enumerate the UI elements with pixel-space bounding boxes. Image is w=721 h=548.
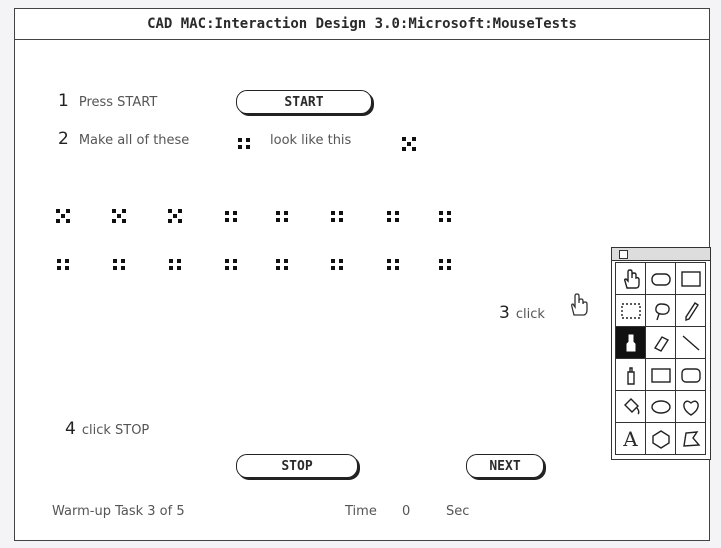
instruction-step-2: 2 Make all of these (58, 129, 189, 149)
tool-oval[interactable] (646, 391, 676, 423)
five-dots-dice-icon[interactable] (167, 208, 183, 224)
instruction-step-4: 4 click STOP (65, 419, 149, 439)
step-4-text: click STOP (81, 423, 150, 438)
four-dots-dice-icon[interactable] (274, 256, 290, 272)
rectangle-icon (650, 367, 671, 383)
step-2-text-b: look like this (270, 133, 352, 148)
task-progress-label: Warm-up Task 3 of 5 (52, 504, 185, 519)
rounded-rect-select-icon (650, 272, 671, 286)
tool-paint-bucket[interactable] (616, 391, 646, 423)
step-4-number: 4 (65, 419, 76, 439)
marquee-icon (620, 302, 641, 319)
four-dots-dice-icon[interactable] (223, 256, 239, 272)
next-button[interactable]: NEXT (466, 454, 544, 478)
tool-paint-brush[interactable] (616, 327, 646, 359)
four-dots-dice-icon[interactable] (223, 208, 239, 224)
four-dots-dice-icon[interactable] (385, 208, 401, 224)
eraser-icon (653, 335, 669, 352)
window-title: CAD MAC:Interaction Design 3.0:Microsoft… (147, 16, 577, 32)
tool-irregular-polygon[interactable] (676, 423, 706, 455)
instruction-step-3: 3 click (499, 303, 545, 323)
tool-eraser[interactable] (646, 327, 676, 359)
step-1-text: Press START (78, 95, 158, 110)
polygon-icon (651, 429, 670, 449)
hand-tool-icon (623, 268, 640, 289)
tool-polygon[interactable] (646, 423, 676, 455)
tool-rounded-rectangle[interactable] (676, 359, 706, 391)
time-label: Time (345, 504, 377, 519)
five-dots-dice-icon[interactable] (111, 208, 127, 224)
lasso-icon (654, 302, 670, 320)
four-dots-dice-icon[interactable] (437, 208, 453, 224)
paint-brush-icon (626, 334, 635, 351)
paint-bucket-icon (623, 397, 639, 414)
oval-icon (650, 399, 671, 414)
tool-lasso[interactable] (646, 295, 676, 327)
stop-button[interactable]: STOP (236, 454, 358, 478)
tool-freeform-shape[interactable] (676, 391, 706, 423)
palette-title-bar[interactable] (612, 248, 710, 261)
four-dots-dice-icon[interactable] (385, 256, 401, 272)
palette-tool-grid: A (615, 262, 706, 455)
tool-spray-can[interactable] (616, 359, 646, 391)
tool-rounded-rect-select[interactable] (646, 263, 676, 295)
step-2-text-a: Make all of these (78, 133, 190, 148)
time-value: 0 (402, 504, 411, 519)
time-unit: Sec (446, 504, 470, 519)
palette-close-icon[interactable] (619, 250, 628, 259)
step-3-text: click (515, 307, 545, 322)
test-window: CAD MAC:Interaction Design 3.0:Microsoft… (14, 8, 711, 541)
tool-pencil[interactable] (676, 295, 706, 327)
example-four-dots-icon (236, 135, 252, 151)
step-3-number: 3 (499, 303, 510, 323)
step-2-number: 2 (58, 129, 69, 149)
instruction-step-1: 1 Press START (58, 91, 157, 111)
hand-pointer-icon (571, 293, 588, 316)
four-dots-dice-icon[interactable] (437, 256, 453, 272)
rectangle-select-icon (680, 270, 701, 287)
tool-text-tool[interactable]: A (616, 423, 646, 455)
title-bar[interactable]: CAD MAC:Interaction Design 3.0:Microsoft… (15, 9, 709, 40)
four-dots-dice-icon[interactable] (111, 256, 127, 272)
tool-palette: A (611, 247, 711, 460)
tool-rectangle[interactable] (646, 359, 676, 391)
five-dots-dice-icon[interactable] (55, 208, 71, 224)
tool-marquee[interactable] (616, 295, 646, 327)
example-five-dots-icon (401, 136, 417, 152)
rounded-rectangle-icon (680, 367, 701, 383)
line-icon (682, 334, 699, 351)
step-1-number: 1 (58, 91, 69, 111)
irregular-polygon-icon (682, 430, 700, 447)
four-dots-dice-icon[interactable] (55, 256, 71, 272)
freeform-shape-icon (682, 400, 699, 416)
spray-can-icon (626, 366, 635, 385)
four-dots-dice-icon[interactable] (329, 256, 345, 272)
tool-line[interactable] (676, 327, 706, 359)
start-button[interactable]: START (236, 90, 372, 114)
text-tool-icon: A (623, 426, 638, 451)
tool-rectangle-select[interactable] (676, 263, 706, 295)
tool-hand-tool[interactable] (616, 263, 646, 295)
four-dots-dice-icon[interactable] (167, 256, 183, 272)
four-dots-dice-icon[interactable] (274, 208, 290, 224)
pencil-icon (684, 301, 699, 321)
four-dots-dice-icon[interactable] (329, 208, 345, 224)
